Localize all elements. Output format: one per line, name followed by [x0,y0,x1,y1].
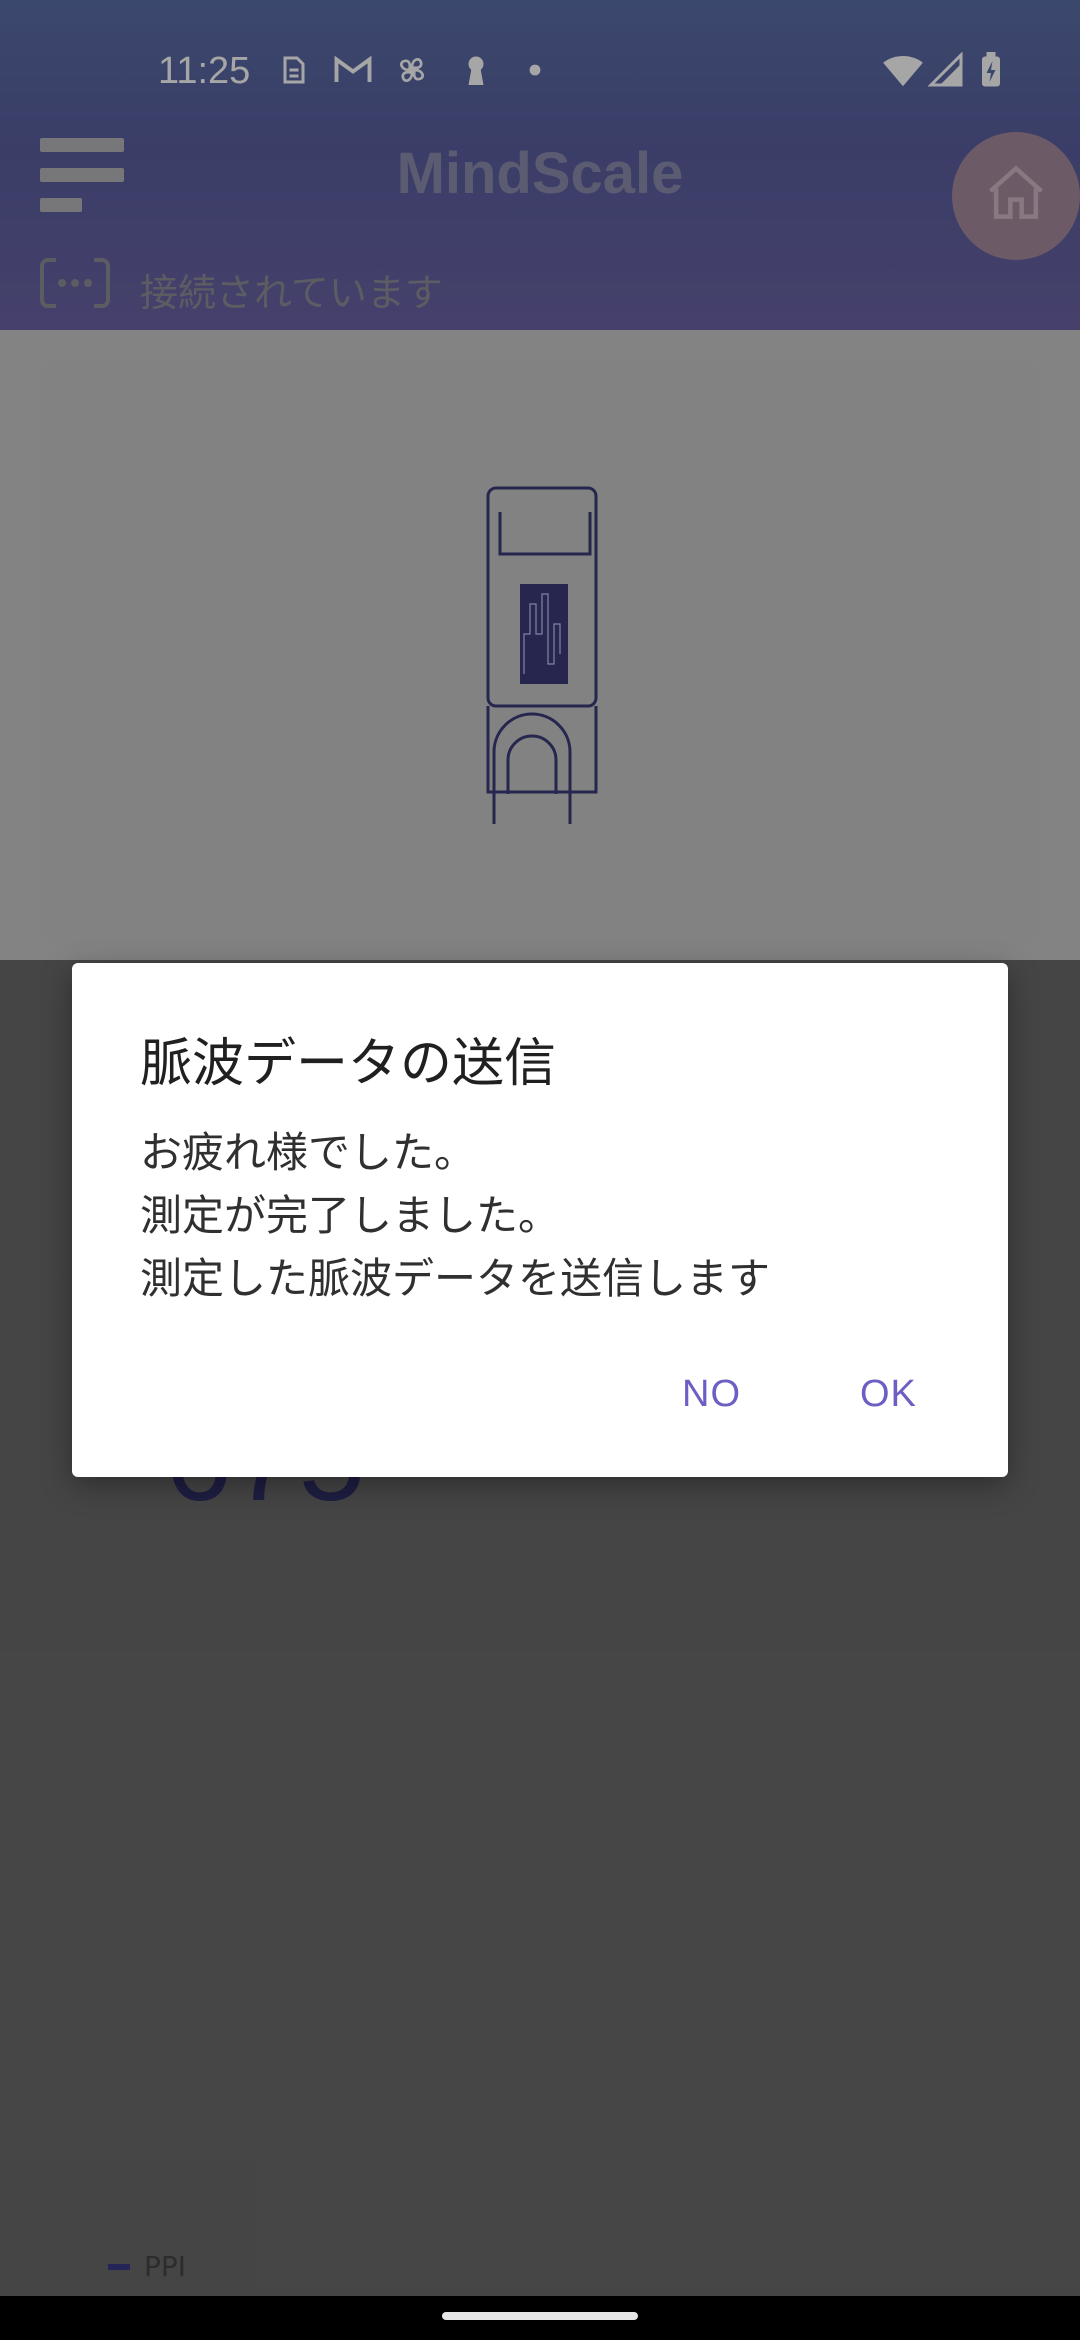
dialog-message: お疲れ様でした。 測定が完了しました。 測定した脈波データを送信します [140,1121,770,1310]
no-button[interactable]: NO [666,1363,757,1426]
dialog-title: 脈波データの送信 [140,1034,557,1094]
dialog-message-line: 測定した脈波データを送信します [140,1254,771,1303]
dialog-message-line: 測定が完了しました。 [140,1191,561,1240]
navigation-bar [0,2296,1080,2340]
send-data-dialog: 脈波データの送信 お疲れ様でした。 測定が完了しました。 測定した脈波データを送… [72,963,1008,1477]
home-gesture-handle[interactable] [442,2312,638,2320]
dialog-message-line: お疲れ様でした。 [140,1128,477,1177]
ok-button[interactable]: OK [844,1363,933,1426]
